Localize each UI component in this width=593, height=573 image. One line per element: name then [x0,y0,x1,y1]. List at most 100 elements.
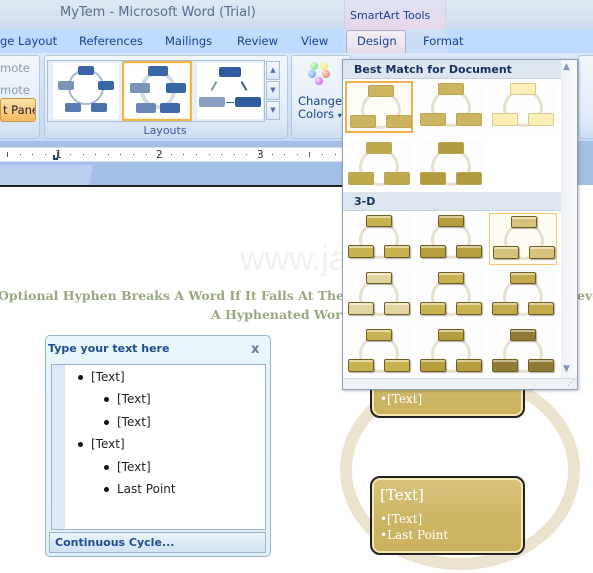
smartart-style-thumb[interactable] [345,327,413,379]
text-pane-item[interactable]: Last Point [104,482,176,496]
style-thumb-shape [510,329,536,341]
ruler-tick [83,154,84,155]
text-pane-button[interactable]: t Pane [0,98,36,122]
ruler-tick [196,154,197,155]
style-thumb-shape [510,83,536,95]
smartart-tools-label: SmartArt Tools [350,9,431,22]
tab-view[interactable]: View [301,34,328,48]
text-pane-item[interactable]: [Text] [78,370,125,384]
ruler-tick [146,154,147,155]
close-icon[interactable]: x [251,342,259,357]
demote-button[interactable]: mote [0,83,30,97]
layout-name-link[interactable]: Continuous Cycle... [55,536,174,549]
change-colors-button[interactable]: Change Colors ▾ [298,95,342,122]
promote-button[interactable]: mote [0,61,30,75]
smartart-style-thumb[interactable] [489,270,557,322]
layout-thumb-basic-cycle[interactable] [53,63,119,119]
style-thumb-shape [528,302,554,315]
style-thumb-shape [366,272,392,284]
tab-page-layout[interactable]: ge Layout [0,34,57,48]
resize-grip-icon[interactable]: ⋰ [567,378,575,387]
change-colors-icon [308,62,332,86]
text-pane-item-text: [Text] [91,437,125,451]
scroll-up-icon[interactable]: ▲ [563,62,570,72]
style-thumb-shape [350,115,376,128]
smartart-style-thumb[interactable] [345,81,413,133]
layouts-scroll-down[interactable]: ▼ [266,81,280,100]
style-thumb-shape [528,113,554,126]
smartart-style-thumb[interactable] [489,81,557,133]
ruler-band-highlight [0,165,150,185]
ruler-tick [234,154,235,155]
style-thumb-shape [384,359,410,372]
ruler-tick [335,154,336,155]
style-thumb-shape [386,115,412,128]
text-pane-item-text: [Text] [117,392,151,406]
text-pane-item-text: Last Point [117,482,176,496]
text-pane-title: Type your text here [48,342,170,355]
style-thumb-shape [420,172,446,185]
text-pane-item[interactable]: [Text] [104,392,151,406]
ruler-tick [272,154,273,155]
smartart-node-bottom[interactable]: [Text] •[Text] •Last Point [370,476,525,555]
gallery-resize-bar[interactable] [343,378,577,389]
ruler-number: 3 [257,148,264,161]
style-thumb-shape [492,113,518,126]
tab-format[interactable]: Format [423,34,464,48]
ruler-tick [284,154,285,155]
style-thumb-shape [384,245,410,258]
style-thumb-shape [456,359,482,372]
layouts-group-label: Layouts [143,124,187,137]
window-title: MyTem - Microsoft Word (Trial) [60,5,256,20]
ruler-tick [108,154,109,155]
ruler-tick [209,154,210,155]
style-thumb-shape [348,245,374,258]
tab-design[interactable]: Design [357,34,397,48]
text-pane-item[interactable]: [Text] [78,437,125,451]
style-thumb-shape [384,302,410,315]
smartart-style-thumb[interactable] [417,81,485,133]
ruler-tick [322,154,323,155]
smartart-style-thumb[interactable] [345,140,413,192]
layouts-more-button[interactable]: ▼ [266,101,280,120]
smartart-style-thumb[interactable] [417,270,485,322]
ruler-tick [32,154,33,155]
bullet-icon [78,442,83,447]
tab-review[interactable]: Review [237,34,278,48]
smartart-style-thumb[interactable] [417,213,485,265]
ruler-tick [158,154,159,155]
style-thumb-shape [511,216,537,228]
smartart-style-thumb[interactable] [345,270,413,322]
scroll-down-icon[interactable]: ▼ [563,364,570,374]
document-top-edge [0,185,342,187]
style-thumb-shape [366,215,392,227]
bullet-icon [104,420,109,425]
smartart-node-bullet: •[Text] [380,392,423,406]
smartart-style-thumb[interactable] [489,213,557,265]
text-pane-item[interactable]: [Text] [104,460,151,474]
bullet-icon [104,397,109,402]
smartart-style-thumb[interactable] [417,327,485,379]
style-thumb-shape [528,359,554,372]
tab-references[interactable]: References [79,34,143,48]
layout-thumb-basic-radial[interactable] [197,63,263,119]
text-pane-item-text: [Text] [117,460,151,474]
tab-mailings[interactable]: Mailings [165,34,212,48]
ruler-tick [259,154,260,155]
bullet-icon [78,375,83,380]
ruler-tick [45,154,46,155]
style-thumb-shape [456,172,482,185]
style-thumb-shape [366,142,392,154]
text-pane-item[interactable]: [Text] [104,415,151,429]
layouts-scroll-up[interactable]: ▲ [266,61,280,80]
smartart-style-thumb[interactable] [489,327,557,379]
ruler-tick [95,154,96,155]
layout-thumb-continuous-cycle[interactable] [122,61,192,121]
style-thumb-shape [420,359,446,372]
text-pane-item-text: [Text] [91,370,125,384]
gallery-scrollbar[interactable] [561,60,577,378]
ruler-tick [183,154,184,155]
smartart-style-thumb[interactable] [345,213,413,265]
smartart-style-thumb[interactable] [417,140,485,192]
style-thumb-shape [438,83,464,95]
